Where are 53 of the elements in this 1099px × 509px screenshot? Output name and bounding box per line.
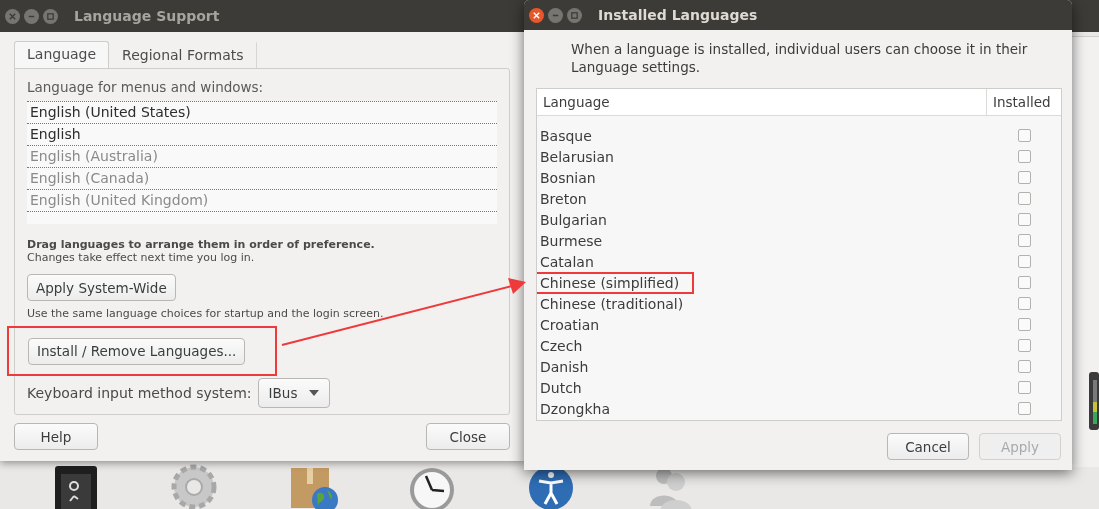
installed-checkbox[interactable] bbox=[1017, 297, 1031, 310]
window-title: Language Support bbox=[74, 8, 220, 24]
language-name: Dutch bbox=[539, 379, 583, 396]
description: When a language is installed, individual users can choose it in their Language settings. bbox=[570, 40, 1029, 76]
language-name: Czech bbox=[539, 337, 584, 354]
meter-drawing bbox=[1089, 372, 1099, 430]
language-name: Breton bbox=[539, 190, 588, 207]
help-button[interactable]: Help bbox=[14, 423, 98, 450]
installed-checkbox[interactable] bbox=[1017, 150, 1031, 163]
cancel-button[interactable]: Cancel bbox=[887, 433, 969, 460]
maximize-icon[interactable] bbox=[567, 7, 582, 23]
language-item[interactable]: English bbox=[27, 124, 497, 146]
installed-checkbox[interactable] bbox=[1017, 360, 1031, 373]
language-name: Basque bbox=[539, 127, 593, 144]
language-name: Croatian bbox=[539, 316, 601, 333]
apply-hint: Use the same language choices for startup and the login screen. bbox=[27, 307, 385, 320]
language-name: Danish bbox=[539, 358, 590, 375]
column-header[interactable]: Language bbox=[537, 89, 986, 115]
language-name: Dzongkha bbox=[539, 400, 611, 417]
install-remove-button[interactable]: Install / Remove Languages... bbox=[28, 337, 246, 365]
input-method-dropdown[interactable]: IBus bbox=[257, 378, 331, 408]
installed-checkbox[interactable] bbox=[1017, 192, 1031, 205]
installed-checkbox[interactable] bbox=[1017, 339, 1031, 352]
caret-icon bbox=[309, 390, 320, 396]
window-title: Installed Languages bbox=[598, 7, 758, 23]
drag-hint: Drag languages to arrange them in order of preference. bbox=[27, 238, 376, 251]
installed-checkbox[interactable] bbox=[1017, 171, 1031, 184]
language-name: Bulgarian bbox=[539, 211, 608, 228]
language-name: Belarusian bbox=[539, 148, 615, 165]
language-name: Burmese bbox=[539, 232, 604, 249]
close-icon[interactable] bbox=[529, 7, 544, 23]
apply-system-wide-button[interactable]: Apply System-Wide bbox=[27, 274, 176, 301]
language-name: Bosnian bbox=[539, 169, 597, 186]
installed-checkbox[interactable] bbox=[1017, 402, 1031, 415]
installed-checkbox[interactable] bbox=[1017, 213, 1031, 226]
language-name: Chinese (traditional) bbox=[539, 295, 685, 312]
language-name: Catalan bbox=[539, 253, 595, 270]
installed-checkbox[interactable] bbox=[1017, 318, 1031, 331]
installed-checkbox[interactable] bbox=[1017, 234, 1031, 247]
installed-checkbox[interactable] bbox=[1017, 129, 1031, 142]
close-button[interactable]: Close bbox=[426, 423, 510, 450]
language-name: Chinese (simplified) bbox=[537, 274, 692, 291]
maximize-icon[interactable] bbox=[43, 8, 58, 24]
tab[interactable]: Language bbox=[14, 41, 110, 69]
installed-checkbox[interactable] bbox=[1017, 381, 1031, 394]
effect-hint: Changes take effect next time you log in. bbox=[27, 251, 256, 264]
language-item[interactable]: English (United States) bbox=[27, 102, 497, 124]
column-header[interactable]: Installed bbox=[986, 89, 1061, 115]
installed-checkbox[interactable] bbox=[1017, 255, 1031, 268]
input-method-label: Keyboard input method system: bbox=[27, 385, 252, 401]
list-label: Language for menus and windows: bbox=[27, 79, 265, 95]
minimize-icon[interactable] bbox=[24, 8, 39, 24]
installed-checkbox[interactable] bbox=[1017, 276, 1031, 289]
